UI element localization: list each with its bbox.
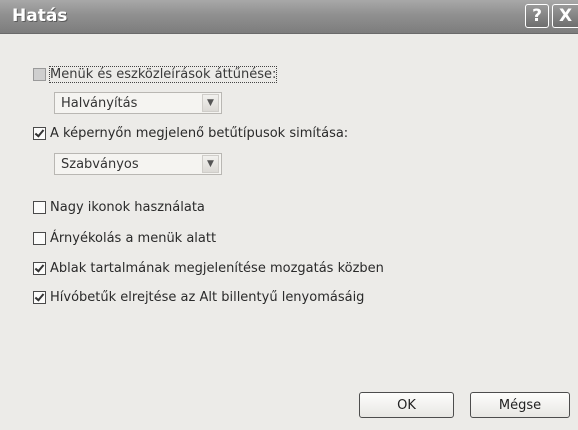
fade-effect-value: Halványítás [61, 95, 138, 111]
chevron-down-icon[interactable]: ▼ [202, 155, 219, 173]
fade-menus-option[interactable]: Menük és eszközleírások áttűnése: [33, 65, 278, 83]
font-smoothing-checkbox[interactable] [33, 126, 46, 140]
cancel-button[interactable]: Mégse [470, 392, 570, 418]
close-icon: X [558, 6, 573, 26]
menu-shadow-option[interactable]: Árnyékolás a menük alatt [33, 229, 216, 247]
large-icons-label: Nagy ikonok használata [50, 199, 205, 215]
ok-button[interactable]: OK [359, 392, 454, 418]
smoothing-method-select[interactable]: Szabványos ▼ [54, 153, 222, 175]
help-icon: ? [532, 6, 542, 26]
drag-contents-checkbox[interactable] [33, 261, 46, 275]
dialog-content: Menük és eszközleírások áttűnése: Halván… [0, 34, 578, 430]
fade-menus-label: Menük és eszközleírások áttűnése: [48, 65, 278, 83]
menu-shadow-checkbox[interactable] [33, 231, 46, 245]
hide-underlines-option[interactable]: Hívóbetűk elrejtése az Alt billentyű len… [33, 288, 364, 306]
font-smoothing-label: A képernyőn megjelenő betűtípusok simítá… [50, 125, 349, 141]
title-bar[interactable]: Hatás ? X [0, 0, 578, 34]
help-button[interactable]: ? [525, 4, 549, 28]
hide-underlines-checkbox[interactable] [33, 290, 46, 304]
close-button[interactable]: X [552, 4, 578, 28]
large-icons-option[interactable]: Nagy ikonok használata [33, 198, 205, 216]
dialog-title: Hatás [12, 6, 68, 26]
hide-underlines-label: Hívóbetűk elrejtése az Alt billentyű len… [50, 289, 365, 305]
effects-dialog: Hatás ? X Menük és eszközleírások áttűné… [0, 0, 578, 430]
chevron-down-icon[interactable]: ▼ [202, 94, 219, 112]
fade-menus-checkbox[interactable] [33, 67, 46, 81]
smoothing-method-value: Szabványos [61, 156, 139, 172]
menu-shadow-label: Árnyékolás a menük alatt [50, 230, 217, 246]
font-smoothing-option[interactable]: A képernyőn megjelenő betűtípusok simítá… [33, 124, 348, 142]
large-icons-checkbox[interactable] [33, 200, 46, 214]
drag-contents-option[interactable]: Ablak tartalmának megjelenítése mozgatás… [33, 259, 384, 277]
fade-effect-select[interactable]: Halványítás ▼ [54, 92, 222, 114]
drag-contents-label: Ablak tartalmának megjelenítése mozgatás… [50, 260, 384, 276]
